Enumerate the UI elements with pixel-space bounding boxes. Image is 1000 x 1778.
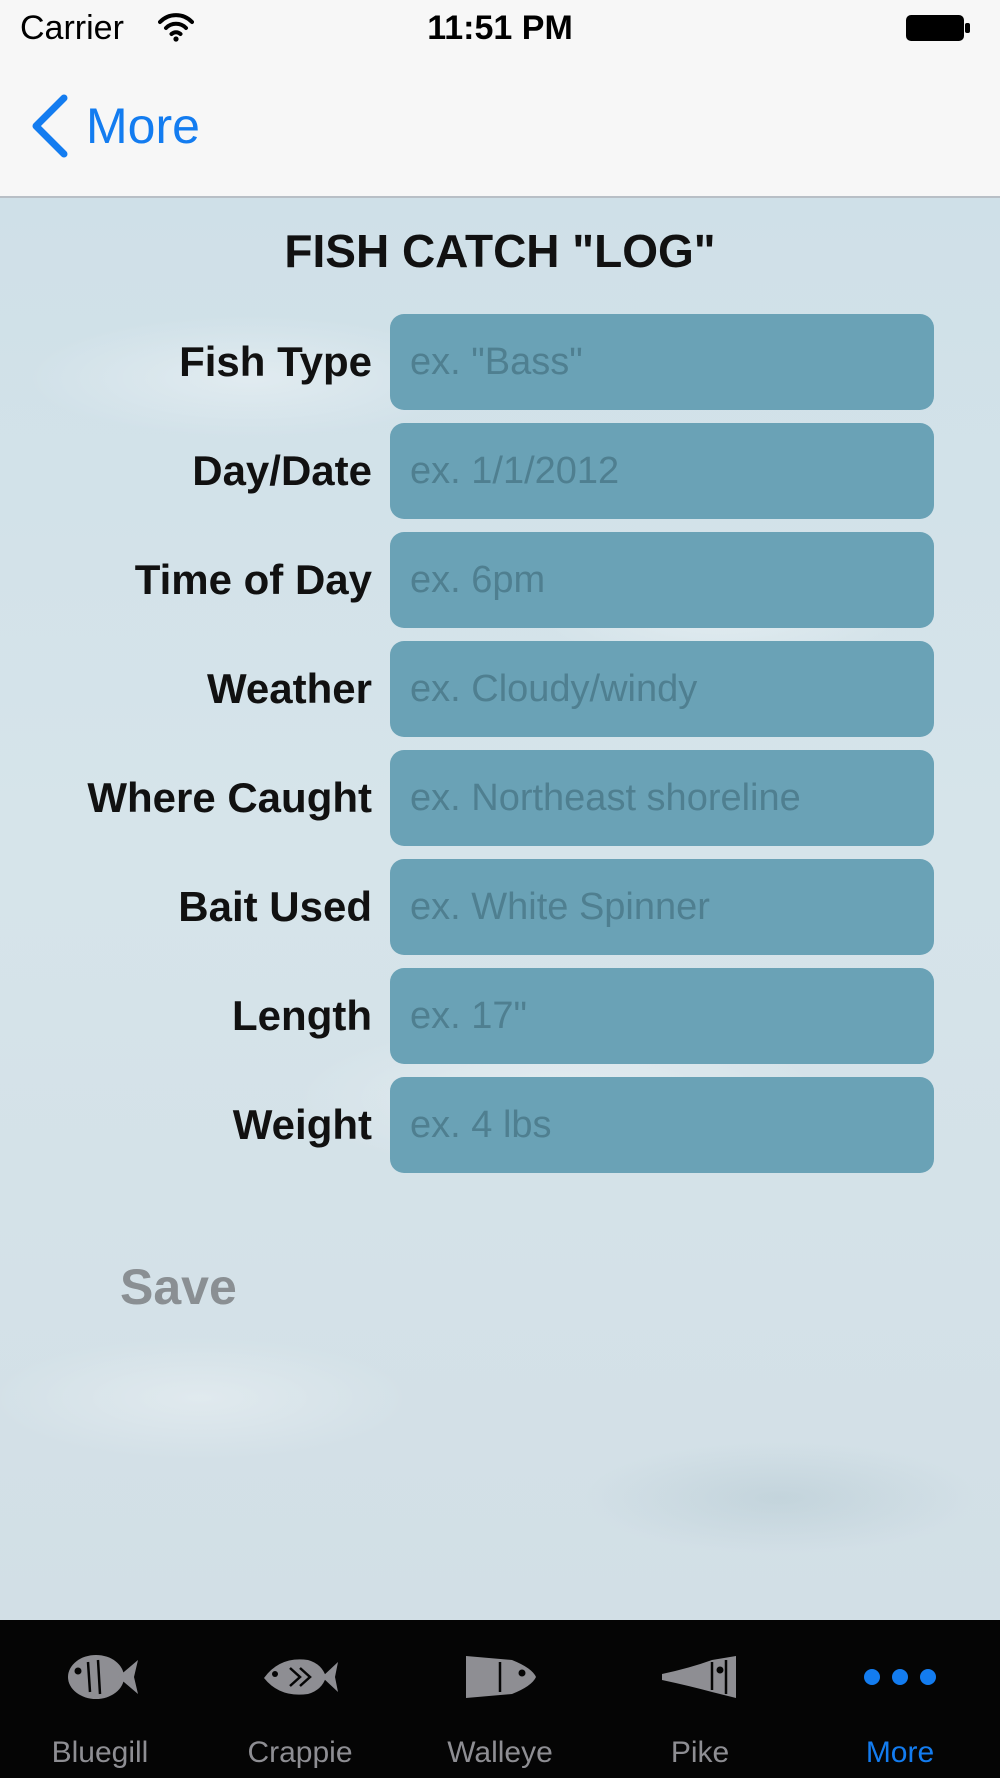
more-icon xyxy=(864,1669,936,1685)
where-caught-input[interactable] xyxy=(390,750,934,846)
length-input[interactable] xyxy=(390,968,934,1064)
bait-used-label: Bait Used xyxy=(178,883,372,930)
page-title: FISH CATCH "LOG" xyxy=(284,225,716,277)
tab-more-label: More xyxy=(865,1736,935,1769)
weather-label: Weather xyxy=(207,665,372,712)
bluegill-icon xyxy=(68,1655,138,1699)
time-of-day-input[interactable] xyxy=(390,532,934,628)
form-row-length: Length xyxy=(0,968,1000,1064)
status-time: 11:51 PM xyxy=(427,9,573,47)
status-bar: Carrier 11:51 PM xyxy=(0,0,1000,58)
bait-used-input[interactable] xyxy=(390,859,934,955)
battery-icon xyxy=(906,15,970,41)
day-date-input[interactable] xyxy=(390,423,934,519)
tab-walleye-label: Walleye xyxy=(447,1736,553,1769)
tab-pike[interactable]: Pike xyxy=(600,1620,800,1778)
back-button-label: More xyxy=(86,98,200,154)
tab-bluegill[interactable]: Bluegill xyxy=(0,1620,200,1778)
form-row-bait-used: Bait Used xyxy=(0,859,1000,955)
tab-crappie-label: Crappie xyxy=(247,1736,353,1769)
catch-log-form: FISH CATCH "LOG" Fish Type Day/Date Time… xyxy=(0,198,1000,1620)
crappie-icon xyxy=(264,1659,338,1695)
form-row-weight: Weight xyxy=(0,1077,1000,1173)
tab-bluegill-label: Bluegill xyxy=(51,1736,149,1769)
back-button[interactable]: More xyxy=(28,90,200,162)
time-of-day-label: Time of Day xyxy=(134,556,372,603)
form-row-time-of-day: Time of Day xyxy=(0,532,1000,628)
form-row-fish-type: Fish Type xyxy=(0,314,1000,410)
day-date-label: Day/Date xyxy=(192,447,372,494)
save-button[interactable]: Save xyxy=(120,1258,237,1316)
form-row-where-caught: Where Caught xyxy=(0,750,1000,846)
chevron-left-icon xyxy=(32,94,68,158)
walleye-icon xyxy=(466,1656,536,1698)
tab-bar: Bluegill Crappie Walleye Pike More xyxy=(0,1620,1000,1778)
tab-crappie[interactable]: Crappie xyxy=(200,1620,400,1778)
navigation-bar: More xyxy=(0,58,1000,198)
weight-label: Weight xyxy=(232,1101,372,1148)
tab-more[interactable]: More xyxy=(800,1620,1000,1778)
where-caught-label: Where Caught xyxy=(87,774,372,821)
fish-type-label: Fish Type xyxy=(179,338,372,385)
weather-input[interactable] xyxy=(390,641,934,737)
tab-walleye[interactable]: Walleye xyxy=(400,1620,600,1778)
weight-input[interactable] xyxy=(390,1077,934,1173)
pike-icon xyxy=(662,1656,736,1698)
length-label: Length xyxy=(232,992,372,1039)
fish-type-input[interactable] xyxy=(390,314,934,410)
tab-pike-label: Pike xyxy=(670,1736,730,1769)
form-row-weather: Weather xyxy=(0,641,1000,737)
form-row-day-date: Day/Date xyxy=(0,423,1000,519)
